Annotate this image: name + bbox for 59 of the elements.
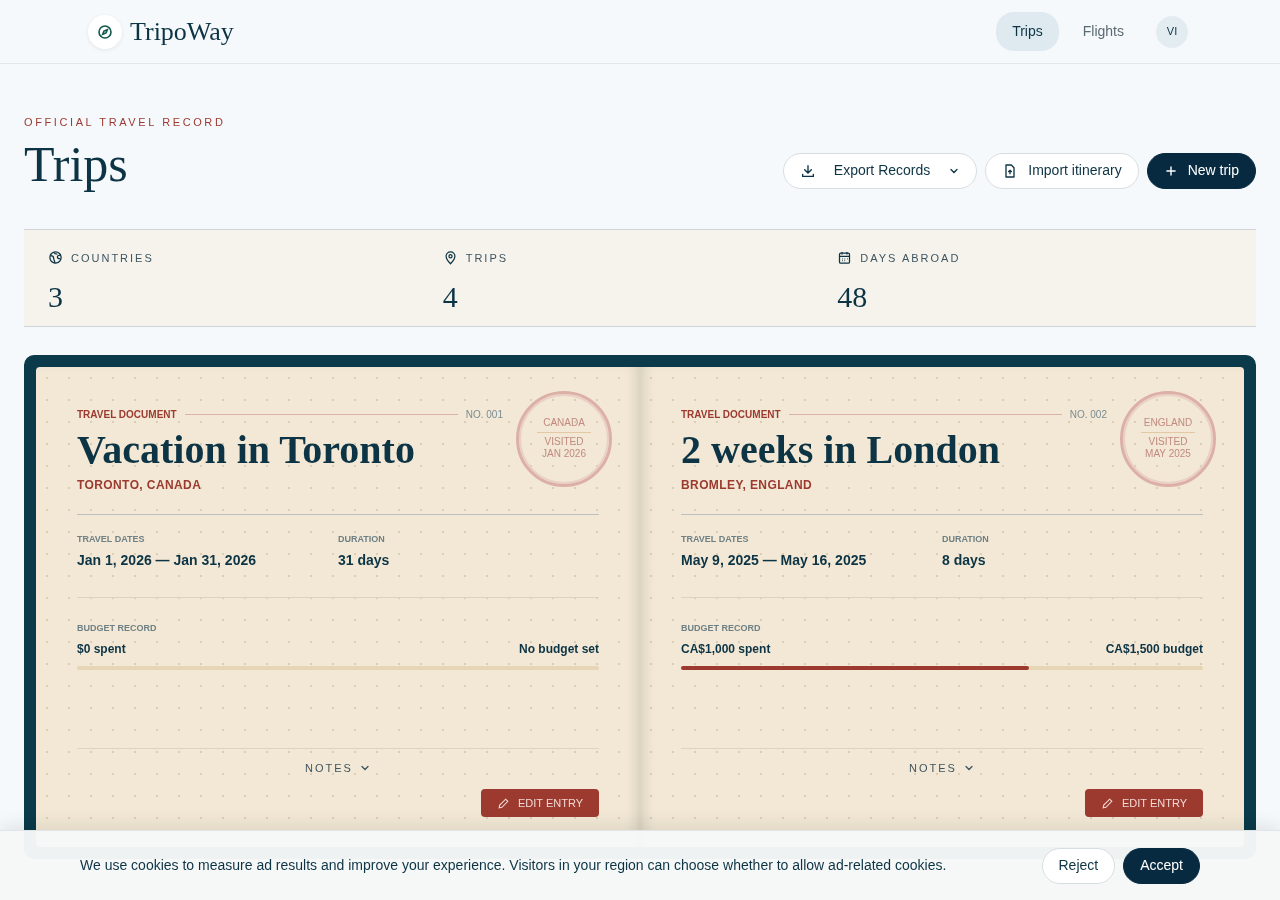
import-button[interactable]: Import itinerary (985, 152, 1139, 189)
stamp-rule (537, 432, 591, 433)
document-label: TRAVEL DOCUMENT (77, 407, 177, 422)
plus-icon (1163, 163, 1178, 178)
user-avatar[interactable]: VI (1156, 15, 1188, 48)
document-number: NO. 001 (465, 407, 503, 422)
trip-title: 2 weeks in London (681, 427, 1001, 472)
download-icon (799, 162, 816, 179)
stamp-label: VISITED (1148, 436, 1188, 448)
stat-value: 4 (442, 282, 459, 312)
stamp-label: VISITED (544, 436, 584, 448)
field-label: TRAVEL DATES (681, 532, 750, 546)
notes-toggle[interactable]: NOTES (903, 758, 981, 777)
trip-location: BROMLEY, ENGLAND (681, 476, 814, 494)
stat-value: 48 (837, 282, 869, 312)
trip-location: TORONTO, CANADA (77, 476, 203, 494)
pencil-icon (1101, 796, 1114, 810)
cookie-message: We use cookies to measure ad results and improve your experience. Visitors in your region can choose whether to allow ad-related cookies. (80, 856, 947, 875)
trip-duration: 31 days (338, 551, 391, 570)
compass-icon (97, 23, 113, 40)
edit-entry-button[interactable]: EDIT ENTRY (481, 789, 599, 817)
stat-label: DAYS ABROAD (860, 250, 961, 266)
budget-amount: CA$1,500 budget (1105, 640, 1203, 658)
edit-entry-button[interactable]: EDIT ENTRY (1085, 789, 1203, 817)
stat-value: 3 (48, 282, 64, 312)
stamp-rule (1141, 432, 1195, 433)
stamp-country: CANADA (543, 417, 585, 429)
eyebrow-label: OFFICIAL TRAVEL RECORD (24, 115, 226, 130)
notes-toggle[interactable]: NOTES (299, 758, 377, 777)
stamp-date: JAN 2026 (542, 448, 586, 460)
stamp-date: MAY 2025 (1145, 448, 1191, 460)
stat-label: COUNTRIES (71, 250, 154, 266)
new-trip-button[interactable]: New trip (1146, 152, 1256, 189)
reject-button[interactable]: Reject (1041, 847, 1116, 884)
budget-amount: No budget set (519, 640, 599, 658)
brand-name[interactable]: TripoWay (130, 12, 234, 51)
calendar-icon (837, 250, 853, 266)
nav-link[interactable]: Trips (996, 12, 1059, 51)
stamp-country: ENGLAND (1143, 417, 1193, 429)
travel-dates: May 9, 2025 — May 16, 2025 (681, 551, 868, 570)
field-label: TRAVEL DATES (77, 532, 146, 546)
trip-duration: 8 days (942, 551, 987, 570)
field-label: BUDGET RECORD (77, 622, 158, 635)
globe-icon (48, 250, 63, 266)
stat-label: TRIPS (465, 250, 509, 266)
field-label: DURATION (942, 532, 990, 546)
spent-amount: CA$1,000 spent (681, 640, 771, 658)
nav-link[interactable]: Flights (1066, 12, 1140, 51)
document-number: NO. 002 (1069, 407, 1107, 422)
spent-amount: $0 spent (77, 640, 126, 658)
export-dropdown[interactable]: Export Records (782, 152, 978, 189)
trip-title: Vacation in Toronto (77, 427, 416, 472)
travel-dates: Jan 1, 2026 — Jan 31, 2026 (77, 551, 257, 570)
logo-badge[interactable] (88, 14, 122, 49)
accept-button[interactable]: Accept (1123, 847, 1200, 884)
pencil-icon (497, 796, 510, 810)
document-label: TRAVEL DOCUMENT (681, 407, 781, 422)
field-label: BUDGET RECORD (681, 622, 762, 635)
field-label: DURATION (338, 532, 386, 546)
